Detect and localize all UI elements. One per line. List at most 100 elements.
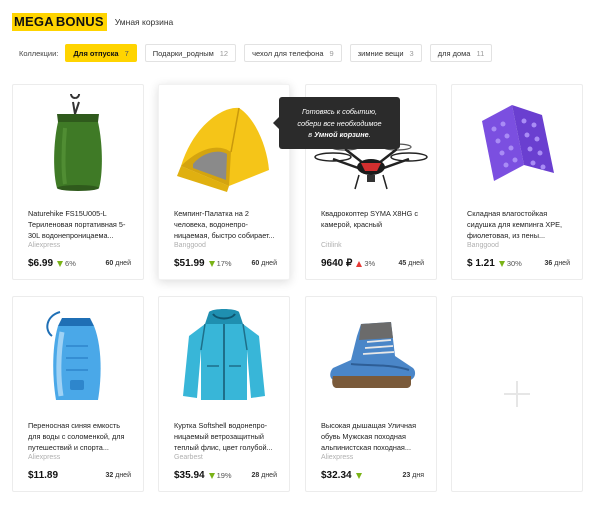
- collection-chip-gifts[interactable]: Подарки_родным 12: [144, 44, 237, 62]
- chip-count: 9: [329, 48, 334, 58]
- price-row: $ 1.21 30% 36 дней: [467, 258, 570, 269]
- tracking-days: 60 дней: [105, 260, 131, 267]
- tent-icon: [177, 107, 269, 192]
- logo-bonus: BONUS: [55, 13, 107, 31]
- foam-seat-icon: [482, 105, 554, 181]
- product-store: Aliexpress: [28, 242, 61, 249]
- tracking-days: 28 дней: [251, 472, 277, 479]
- product-title[interactable]: Куртка Softshell водонепро-ницаемый ветр…: [174, 420, 278, 453]
- product-card[interactable]: Куртка Softshell водонепро-ницаемый ветр…: [158, 296, 290, 492]
- price-change: 3%: [356, 259, 375, 268]
- days-unit: дней: [115, 472, 131, 479]
- product-store: Citilink: [321, 242, 342, 249]
- product-image: [306, 297, 436, 415]
- price-change-value: 6%: [65, 259, 76, 268]
- product-title[interactable]: Кемпинг-Палатка на 2 человека, водонепро…: [174, 208, 278, 241]
- chip-count: 11: [476, 48, 485, 58]
- days-count: 36: [544, 260, 553, 267]
- add-product-card[interactable]: [451, 296, 583, 492]
- price-change-value: 3%: [364, 259, 376, 268]
- product-image: [159, 297, 289, 415]
- price-change: 17%: [208, 259, 232, 268]
- collection-chip-home[interactable]: для дома 11: [429, 44, 493, 62]
- product-card[interactable]: Высокая дышащая Уличная обувь Мужская по…: [305, 296, 437, 492]
- product-price: $35.94: [174, 470, 205, 481]
- tracking-days: 23 дня: [403, 472, 425, 479]
- hydration-bladder-icon: [46, 311, 101, 400]
- product-store: Aliexpress: [321, 454, 354, 461]
- days-count: 32: [105, 472, 114, 479]
- product-card[interactable]: Кемпинг-Палатка на 2 человека, водонепро…: [158, 84, 290, 280]
- product-card[interactable]: Складная влагостойкая сидушка для кемпин…: [451, 84, 583, 280]
- page-title: Умная корзина: [114, 17, 174, 27]
- collections-bar: Коллекции: Для отпуска 7 Подарки_родным 12…: [19, 44, 500, 62]
- product-title[interactable]: Высокая дышащая Уличная обувь Мужская по…: [321, 420, 425, 453]
- logo-mega: MEGA: [12, 13, 56, 31]
- product-store: Aliexpress: [28, 454, 61, 461]
- product-title[interactable]: Naturehike FS15U005-L Териленовая портат…: [28, 208, 132, 241]
- tooltip-line-2: собери все необходимое: [297, 118, 382, 128]
- price-change-value: 19%: [216, 471, 232, 480]
- price-row: $32.34 23 дня: [321, 470, 424, 481]
- price-down-icon: [208, 260, 215, 267]
- product-title[interactable]: Складная влагостойкая сидушка для кемпин…: [467, 208, 571, 241]
- product-price: $11.89: [28, 470, 59, 481]
- days-count: 23: [402, 472, 411, 479]
- tooltip-line-1: Готовясь к событию,: [301, 107, 378, 116]
- collection-chip-winter[interactable]: зимние вещи 3: [349, 44, 422, 62]
- jacket-icon: [183, 309, 265, 400]
- collection-chip-vacation[interactable]: Для отпуска 7: [65, 44, 137, 62]
- chip-label: Для отпуска: [73, 48, 119, 58]
- tracking-days: 36 дней: [544, 260, 570, 267]
- price-row: $11.89 32 дней: [28, 470, 131, 481]
- product-image: [452, 85, 582, 203]
- days-unit: дней: [554, 260, 570, 267]
- megabonus-logo[interactable]: MEGA BONUS: [12, 13, 107, 31]
- product-image: [13, 297, 143, 415]
- price-row: 9640 ₽ 3% 45 дней: [321, 258, 424, 269]
- product-card[interactable]: Naturehike FS15U005-L Териленовая портат…: [12, 84, 144, 280]
- price-change: 30%: [498, 259, 522, 268]
- chip-label: Подарки_родным: [152, 48, 214, 58]
- product-price: $51.99: [174, 258, 205, 269]
- price-change: 6%: [57, 259, 76, 268]
- tracking-days: 45 дней: [398, 260, 424, 267]
- product-store: Banggood: [174, 242, 206, 249]
- tracking-days: 60 дней: [251, 260, 277, 267]
- days-unit: дней: [261, 472, 277, 479]
- days-unit: дня: [412, 472, 424, 479]
- product-price: 9640 ₽: [321, 258, 353, 269]
- dry-bag-icon: [54, 94, 102, 191]
- days-count: 60: [251, 260, 260, 267]
- chip-count: 3: [409, 48, 414, 58]
- collections-label: Коллекции:: [19, 48, 59, 58]
- hiking-boot-icon: [330, 322, 416, 388]
- tooltip-line-3: в Умной корзине.: [285, 129, 394, 141]
- plus-icon[interactable]: [504, 381, 530, 407]
- days-count: 28: [251, 472, 260, 479]
- price-down-icon: [57, 260, 64, 267]
- product-title[interactable]: Квадрокоптер SYMA X8HG с камерой, красны…: [321, 208, 425, 241]
- days-unit: дней: [115, 260, 131, 267]
- price-row: $51.99 17% 60 дней: [174, 258, 277, 269]
- price-up-icon: [356, 260, 363, 267]
- price-down-icon: [208, 472, 215, 479]
- product-store: Gearbest: [174, 454, 203, 461]
- chip-count: 7: [124, 48, 129, 58]
- product-title[interactable]: Переносная синяя емкость для воды с соло…: [28, 420, 132, 453]
- price-change-value: 17%: [216, 259, 232, 268]
- chip-label: зимние вещи: [357, 48, 404, 58]
- price-row: $6.99 6% 60 дней: [28, 258, 131, 269]
- days-count: 60: [105, 260, 114, 267]
- header: MEGA BONUS Умная корзина: [12, 12, 173, 32]
- days-unit: дней: [261, 260, 277, 267]
- chip-count: 12: [219, 48, 229, 58]
- price-change: [355, 472, 364, 479]
- chip-label: для дома: [437, 48, 471, 58]
- product-image: [13, 85, 143, 203]
- tooltip-suffix: .: [368, 130, 371, 139]
- price-change-value: 30%: [506, 259, 522, 268]
- price-down-icon: [498, 260, 505, 267]
- product-card[interactable]: Переносная синяя емкость для воды с соло…: [12, 296, 144, 492]
- collection-chip-phone-case[interactable]: чехол для телефона 9: [244, 44, 342, 62]
